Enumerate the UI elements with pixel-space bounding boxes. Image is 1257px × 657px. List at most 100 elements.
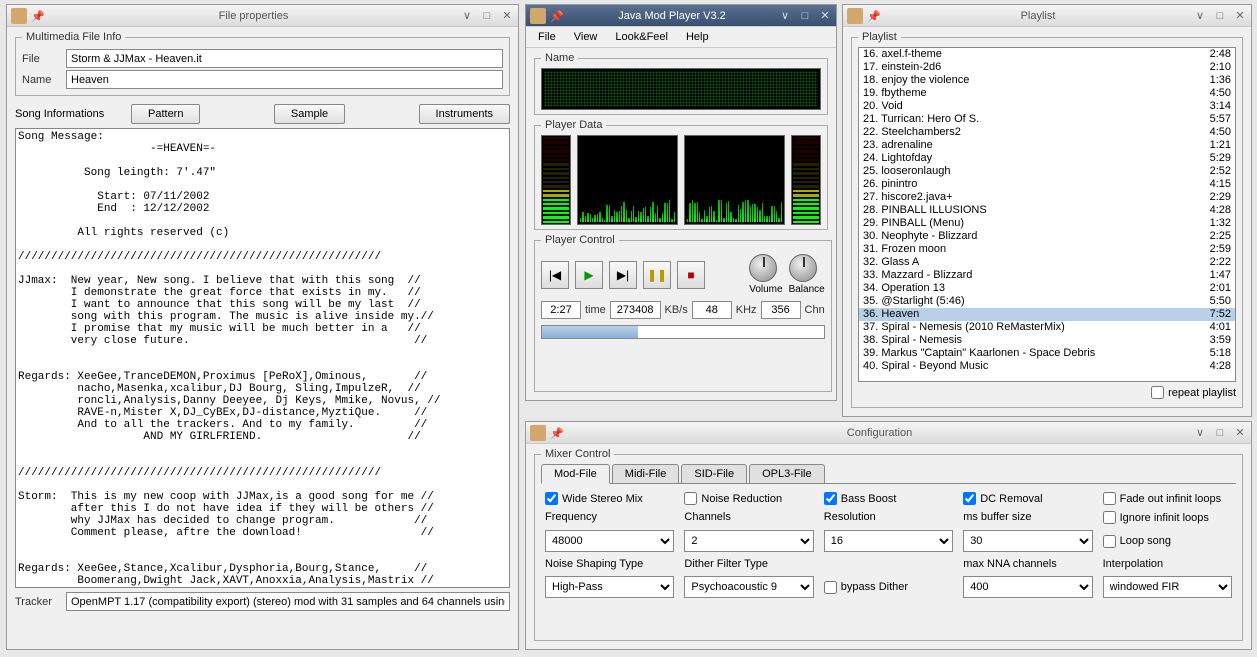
- list-item[interactable]: 23. adrenaline1:21: [859, 139, 1235, 152]
- list-item[interactable]: 19. fbytheme4:50: [859, 87, 1235, 100]
- pin-icon[interactable]: 📌: [867, 10, 879, 22]
- item-time: 5:57: [1210, 113, 1231, 126]
- item-name: 40. Spiral - Beyond Music: [863, 360, 1202, 373]
- pause-button[interactable]: ❚❚: [643, 261, 671, 289]
- noise-checkbox[interactable]: [684, 492, 697, 505]
- minimize-button[interactable]: ∨: [1193, 426, 1207, 440]
- maximize-button[interactable]: □: [798, 9, 812, 23]
- item-time: 2:25: [1210, 230, 1231, 243]
- volume-knob[interactable]: [749, 254, 777, 282]
- titlebar[interactable]: 📌 File properties ∨ □ ✕: [7, 5, 518, 27]
- menu-file[interactable]: File: [530, 29, 564, 45]
- list-item[interactable]: 27. hiscore2.java+2:29: [859, 191, 1235, 204]
- minimize-button[interactable]: ∨: [778, 9, 792, 23]
- tab-mod[interactable]: Mod-File: [541, 464, 610, 484]
- progress-bar[interactable]: [541, 325, 825, 339]
- control-fieldset: Player Control |◀ ▶ ▶| ❚❚ ■ Volume Balan…: [534, 234, 832, 392]
- minimize-button[interactable]: ∨: [1193, 9, 1207, 23]
- minimize-button[interactable]: ∨: [460, 9, 474, 23]
- freq-select[interactable]: 48000: [545, 530, 674, 552]
- item-name: 32. Glass A: [863, 256, 1202, 269]
- list-item[interactable]: 29. PINBALL (Menu)1:32: [859, 217, 1235, 230]
- loop-checkbox[interactable]: [1103, 535, 1116, 548]
- list-item[interactable]: 17. einstein-2d62:10: [859, 61, 1235, 74]
- list-item[interactable]: 21. Turrican: Hero Of S.5:57: [859, 113, 1235, 126]
- list-item[interactable]: 26. pinintro4:15: [859, 178, 1235, 191]
- fadeout-checkbox[interactable]: [1103, 492, 1116, 505]
- list-item[interactable]: 39. Markus "Captain" Kaarlonen - Space D…: [859, 347, 1235, 360]
- interp-select[interactable]: windowed FIR: [1103, 576, 1232, 598]
- tracker-field[interactable]: [66, 592, 510, 611]
- dc-checkbox[interactable]: [963, 492, 976, 505]
- channels-select[interactable]: 2: [684, 530, 813, 552]
- list-item[interactable]: 18. enjoy the violence1:36: [859, 74, 1235, 87]
- titlebar[interactable]: 📌 Configuration ∨ □ ✕: [526, 422, 1251, 444]
- menu-lookfeel[interactable]: Look&Feel: [607, 29, 676, 45]
- playlist-list[interactable]: 16. axel.f-theme2:4817. einstein-2d62:10…: [858, 47, 1236, 382]
- list-item[interactable]: 32. Glass A 2:22: [859, 256, 1235, 269]
- list-item[interactable]: 24. Lightofday 5:29: [859, 152, 1235, 165]
- repeat-checkbox[interactable]: [1151, 386, 1164, 399]
- pin-icon[interactable]: 📌: [31, 10, 43, 22]
- nna-select[interactable]: 400: [963, 576, 1092, 598]
- prev-button[interactable]: |◀: [541, 261, 569, 289]
- pin-icon[interactable]: 📌: [550, 10, 562, 22]
- ignore-label: Ignore infinit loops: [1120, 512, 1209, 524]
- bypass-checkbox[interactable]: [824, 581, 837, 594]
- titlebar[interactable]: 📌 Java Mod Player V3.2 ∨ □ ✕: [526, 5, 836, 27]
- list-item[interactable]: 20. Void3:14: [859, 100, 1235, 113]
- balance-knob[interactable]: [789, 254, 817, 282]
- dither-select[interactable]: Psychoacoustic 9: [684, 576, 813, 598]
- item-name: 24. Lightofday: [863, 152, 1202, 165]
- list-item[interactable]: 36. Heaven7:52: [859, 308, 1235, 321]
- sample-button[interactable]: Sample: [274, 104, 345, 124]
- list-item[interactable]: 38. Spiral - Nemesis3:59: [859, 334, 1235, 347]
- item-time: 2:52: [1210, 165, 1231, 178]
- close-button[interactable]: ✕: [1233, 426, 1247, 440]
- list-item[interactable]: 37. Spiral - Nemesis (2010 ReMasterMix)4…: [859, 321, 1235, 334]
- maximize-button[interactable]: □: [1213, 9, 1227, 23]
- maximize-button[interactable]: □: [1213, 426, 1227, 440]
- name-field[interactable]: [66, 70, 503, 89]
- buffer-select[interactable]: 30: [963, 530, 1092, 552]
- file-field[interactable]: [66, 49, 503, 68]
- instruments-button[interactable]: Instruments: [419, 104, 510, 124]
- close-button[interactable]: ✕: [1233, 9, 1247, 23]
- ignore-checkbox[interactable]: [1103, 511, 1116, 524]
- tab-midi[interactable]: Midi-File: [612, 464, 680, 483]
- bass-checkbox[interactable]: [824, 492, 837, 505]
- list-item[interactable]: 35. @Starlight (5:46)5:50: [859, 295, 1235, 308]
- pin-icon[interactable]: 📌: [550, 427, 562, 439]
- stop-button[interactable]: ■: [677, 261, 705, 289]
- list-item[interactable]: 31. Frozen moon2:59: [859, 243, 1235, 256]
- next-button[interactable]: ▶|: [609, 261, 637, 289]
- close-button[interactable]: ✕: [818, 9, 832, 23]
- config-window: 📌 Configuration ∨ □ ✕ Mixer Control Mod-…: [525, 421, 1252, 650]
- menu-help[interactable]: Help: [678, 29, 717, 45]
- list-item[interactable]: 28. PINBALL ILLUSIONS4:28: [859, 204, 1235, 217]
- widestereo-checkbox[interactable]: [545, 492, 558, 505]
- noiseshape-select[interactable]: High-Pass: [545, 576, 674, 598]
- menu-view[interactable]: View: [566, 29, 606, 45]
- res-select[interactable]: 16: [824, 530, 953, 552]
- item-time: 2:22: [1210, 256, 1231, 269]
- chn-value: 356: [761, 301, 801, 319]
- res-label: Resolution: [824, 511, 953, 523]
- list-item[interactable]: 33. Mazzard - Blizzard1:47: [859, 269, 1235, 282]
- item-time: 5:29: [1210, 152, 1231, 165]
- item-name: 25. looseronlaugh: [863, 165, 1202, 178]
- play-button[interactable]: ▶: [575, 261, 603, 289]
- list-item[interactable]: 25. looseronlaugh 2:52: [859, 165, 1235, 178]
- titlebar[interactable]: 📌 Playlist ∨ □ ✕: [843, 5, 1251, 27]
- song-message-text[interactable]: Song Message: -=HEAVEN=- Song leingth: 7…: [15, 128, 510, 588]
- list-item[interactable]: 22. Steelchambers24:50: [859, 126, 1235, 139]
- tab-sid[interactable]: SID-File: [681, 464, 747, 483]
- pattern-button[interactable]: Pattern: [131, 104, 200, 124]
- list-item[interactable]: 40. Spiral - Beyond Music4:28: [859, 360, 1235, 373]
- list-item[interactable]: 34. Operation 132:01: [859, 282, 1235, 295]
- close-button[interactable]: ✕: [500, 9, 514, 23]
- list-item[interactable]: 16. axel.f-theme2:48: [859, 48, 1235, 61]
- maximize-button[interactable]: □: [480, 9, 494, 23]
- list-item[interactable]: 30. Neophyte - Blizzard2:25: [859, 230, 1235, 243]
- tab-opl3[interactable]: OPL3-File: [749, 464, 825, 483]
